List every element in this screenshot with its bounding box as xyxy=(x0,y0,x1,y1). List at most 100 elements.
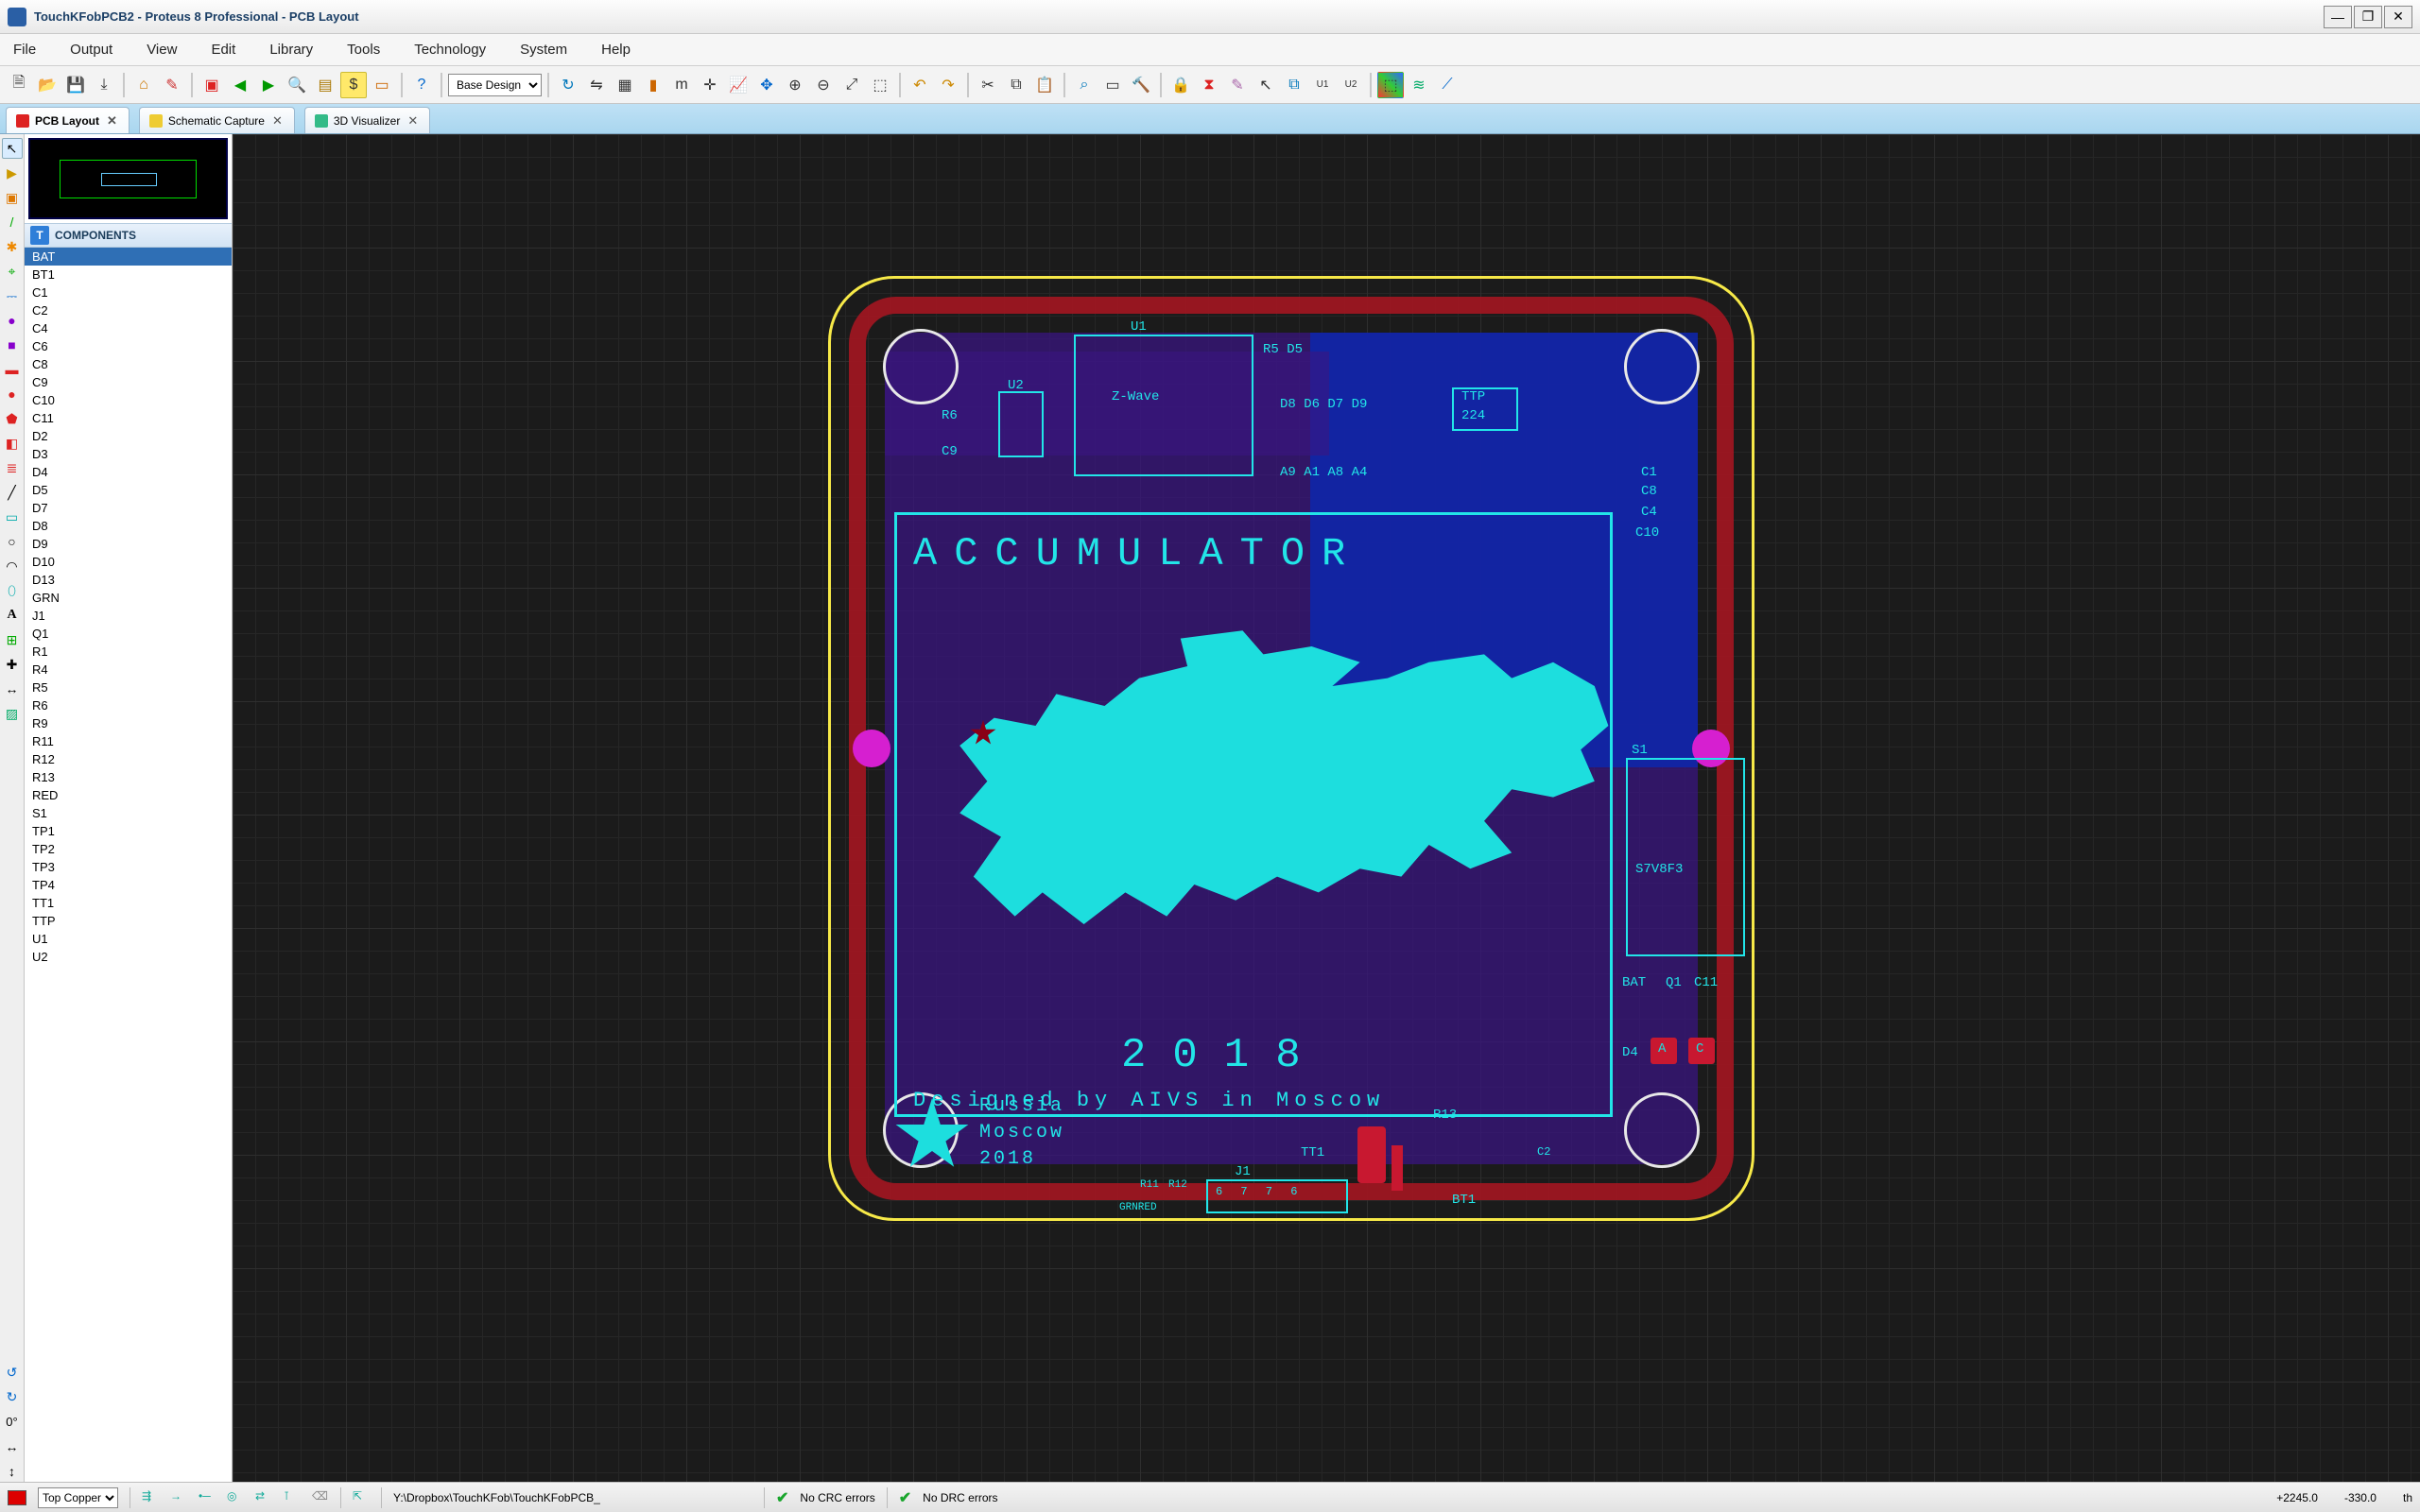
pointer-icon[interactable]: ↖ xyxy=(1253,72,1279,98)
zoom-out-icon[interactable]: ⊖ xyxy=(810,72,837,98)
component-row[interactable]: R1 xyxy=(25,643,232,661)
component-row[interactable]: C2 xyxy=(25,301,232,319)
poly-pad-icon[interactable]: ⬟ xyxy=(2,408,23,429)
tab-close-icon[interactable]: ✕ xyxy=(406,113,420,129)
route-all-icon[interactable]: ⇶ xyxy=(142,1489,159,1506)
component-list[interactable]: BATBT1C1C2C4C6C8C9C10C11D2D3D4D5D7D8D9D1… xyxy=(25,248,232,1482)
layer-stack-icon[interactable]: ≋ xyxy=(1406,72,1432,98)
component-row[interactable]: D4 xyxy=(25,463,232,481)
design-variant-select[interactable]: Base Design xyxy=(448,74,542,96)
component-row[interactable]: BAT xyxy=(25,248,232,266)
tool-icon[interactable]: 🔨 xyxy=(1128,72,1154,98)
close-button[interactable]: ✕ xyxy=(2384,6,2412,28)
component-row[interactable]: U2 xyxy=(25,948,232,966)
u1-preset-icon[interactable]: U1 xyxy=(1309,72,1336,98)
component-row[interactable]: C10 xyxy=(25,391,232,409)
component-row[interactable]: D2 xyxy=(25,427,232,445)
tab-schematic[interactable]: Schematic Capture ✕ xyxy=(139,107,295,133)
copy-icon[interactable]: ⧉ xyxy=(1003,72,1029,98)
menu-file[interactable]: File xyxy=(8,38,42,61)
export-icon[interactable]: ⇱ xyxy=(353,1489,370,1506)
track-mode-icon[interactable]: / xyxy=(2,212,23,232)
tab-3d-visualizer[interactable]: 3D Visualizer ✕ xyxy=(304,107,430,133)
pcb-canvas[interactable]: ACCUMULATOR 2018 Designed by AIVS in Mos… xyxy=(233,134,2420,1482)
component-row[interactable]: D5 xyxy=(25,481,232,499)
module-icon[interactable]: ▭ xyxy=(369,72,395,98)
layer-colors-icon[interactable]: ⬚ xyxy=(1377,72,1404,98)
marker-tool-icon[interactable]: ✚ xyxy=(2,654,23,675)
component-row[interactable]: D9 xyxy=(25,535,232,553)
zoom-in-icon[interactable]: ⊕ xyxy=(782,72,808,98)
rotate-ccw-icon[interactable]: ↺ xyxy=(2,1362,23,1383)
bom-icon[interactable]: ▤ xyxy=(312,72,338,98)
ring-icon[interactable]: ◎ xyxy=(227,1489,244,1506)
home-icon[interactable]: ⌂ xyxy=(130,72,157,98)
left-icon[interactable]: ◀ xyxy=(227,72,253,98)
component-row[interactable]: U1 xyxy=(25,930,232,948)
component-row[interactable]: TP1 xyxy=(25,822,232,840)
pan-icon[interactable]: ✥ xyxy=(753,72,780,98)
u2-preset-icon[interactable]: U2 xyxy=(1338,72,1364,98)
component-row[interactable]: R4 xyxy=(25,661,232,679)
component-row[interactable]: TP3 xyxy=(25,858,232,876)
3d-icon[interactable]: ▨ xyxy=(2,703,23,724)
highlight-icon[interactable]: ✎ xyxy=(1224,72,1251,98)
grid-toggle-icon[interactable]: ▦ xyxy=(612,72,638,98)
flip-h-icon[interactable]: ↔ xyxy=(2,1436,23,1457)
menu-tools[interactable]: Tools xyxy=(341,38,386,61)
square-pad-icon[interactable]: ■ xyxy=(2,335,23,355)
help-icon[interactable]: ? xyxy=(408,72,435,98)
flip-icon[interactable]: ⇋ xyxy=(583,72,610,98)
minimize-button[interactable]: — xyxy=(2324,6,2352,28)
zone-mode-icon[interactable]: ⌖ xyxy=(2,261,23,282)
component-row[interactable]: D13 xyxy=(25,571,232,589)
find-icon[interactable]: 🔍 xyxy=(284,72,310,98)
marker-icon[interactable]: ⧗ xyxy=(1196,72,1222,98)
circle-pad-icon[interactable]: ● xyxy=(2,384,23,404)
tab-pcb-layout[interactable]: PCB Layout ✕ xyxy=(6,107,130,133)
component-row[interactable]: TTP xyxy=(25,912,232,930)
cut-trace-icon[interactable]: ⌫ xyxy=(312,1489,329,1506)
component-row[interactable]: Q1 xyxy=(25,625,232,643)
menu-library[interactable]: Library xyxy=(264,38,319,61)
component-row[interactable]: C1 xyxy=(25,284,232,301)
text-icon[interactable]: A xyxy=(2,605,23,626)
component-row[interactable]: R11 xyxy=(25,732,232,750)
component-row[interactable]: C6 xyxy=(25,337,232,355)
menu-view[interactable]: View xyxy=(141,38,182,61)
component-row[interactable]: C8 xyxy=(25,355,232,373)
circle-icon[interactable]: ○ xyxy=(2,531,23,552)
schematic-icon[interactable]: ✎ xyxy=(159,72,185,98)
component-mode-icon[interactable]: ▶ xyxy=(2,163,23,183)
stack-icon[interactable]: ≣ xyxy=(2,457,23,478)
open-icon[interactable]: 📂 xyxy=(34,72,60,98)
layers-icon[interactable]: ▮ xyxy=(640,72,666,98)
component-row[interactable]: TP4 xyxy=(25,876,232,894)
cut-icon[interactable]: ✂ xyxy=(975,72,1001,98)
right-icon[interactable]: ▶ xyxy=(255,72,282,98)
zoom-fit-icon[interactable]: ⤢ xyxy=(838,72,865,98)
origin-icon[interactable]: ✛ xyxy=(697,72,723,98)
component-row[interactable]: D10 xyxy=(25,553,232,571)
component-row[interactable]: C9 xyxy=(25,373,232,391)
arrows-icon[interactable]: ⇄ xyxy=(255,1489,272,1506)
overview-preview[interactable] xyxy=(28,138,228,219)
component-row[interactable]: GRN xyxy=(25,589,232,607)
arc-icon[interactable]: ◠ xyxy=(2,556,23,576)
component-row[interactable]: D8 xyxy=(25,517,232,535)
component-row[interactable]: S1 xyxy=(25,804,232,822)
lock-icon[interactable]: 🔒 xyxy=(1167,72,1194,98)
route-one-icon[interactable]: → xyxy=(170,1489,187,1506)
component-row[interactable]: RED xyxy=(25,786,232,804)
smd-pad-icon[interactable]: ▬ xyxy=(2,359,23,380)
zoom-area-icon[interactable]: ⬚ xyxy=(867,72,893,98)
select-mode-icon[interactable]: ↖ xyxy=(2,138,23,159)
component-row[interactable]: R12 xyxy=(25,750,232,768)
menu-help[interactable]: Help xyxy=(596,38,636,61)
menu-system[interactable]: System xyxy=(514,38,573,61)
component-row[interactable]: J1 xyxy=(25,607,232,625)
node-icon[interactable]: •─ xyxy=(199,1489,216,1506)
flip-v-icon[interactable]: ↕ xyxy=(2,1461,23,1482)
symbol-icon[interactable]: ⊞ xyxy=(2,629,23,650)
trace-icon[interactable]: ⊺ xyxy=(284,1489,301,1506)
